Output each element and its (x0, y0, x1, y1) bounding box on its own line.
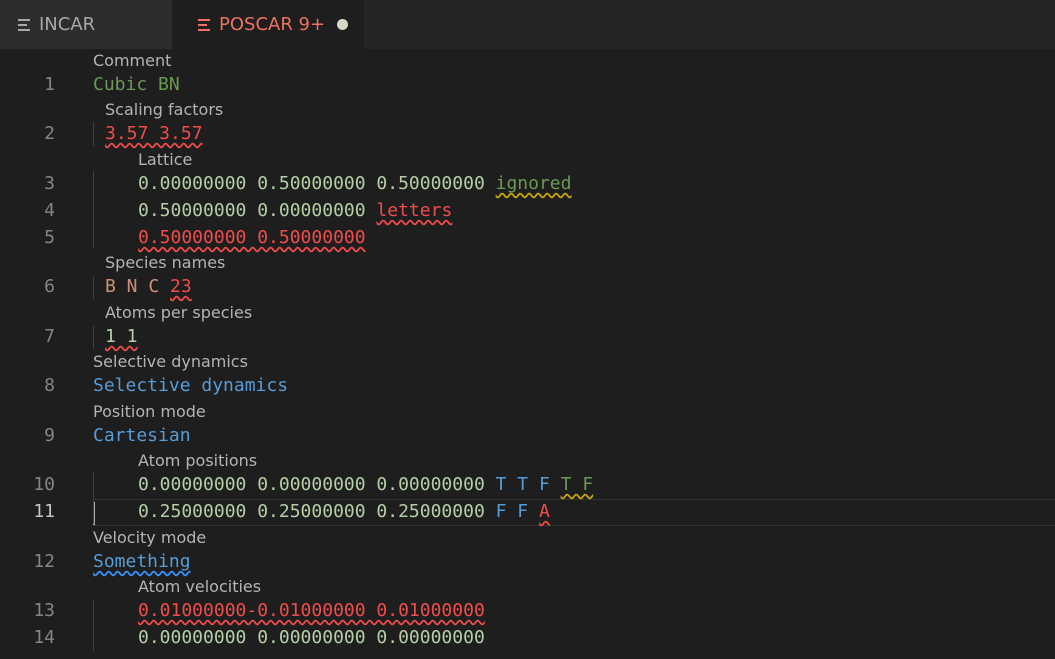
line-number: 8 (44, 375, 55, 396)
velocity-row-1: 0.01000000-0.01000000 0.01000000 (138, 600, 485, 621)
line-number: 6 (44, 276, 55, 297)
file-lines-icon (198, 18, 210, 31)
code-line-7[interactable]: 1 1 (105, 326, 138, 348)
flags-extra: T F (560, 474, 594, 495)
indent-guide (93, 122, 94, 146)
flags-row-1: T T F (495, 474, 550, 495)
flags-row-2: F F (495, 501, 529, 522)
velocity-mode-value: Something (93, 551, 191, 572)
hint-atom-positions: Atom positions (138, 451, 258, 470)
code-line-13[interactable]: 0.01000000-0.01000000 0.01000000 (138, 600, 485, 622)
letters-text: letters (376, 200, 453, 221)
unsaved-dot-icon[interactable] (337, 19, 348, 30)
hint-position-mode: Position mode (93, 402, 206, 421)
code-line-3[interactable]: 0.00000000 0.50000000 0.50000000 ignored (138, 173, 571, 195)
line-number: 10 (33, 474, 55, 495)
code-line-11[interactable]: 0.25000000 0.25000000 0.25000000 F F A (138, 501, 550, 523)
code-line-10[interactable]: 0.00000000 0.00000000 0.00000000 T T F T… (138, 474, 593, 496)
selective-keyword: Selective dynamics (93, 375, 289, 396)
line-number: 4 (44, 200, 55, 221)
code-line-9[interactable]: Cartesian (93, 425, 191, 447)
ignored-text: ignored (495, 173, 572, 194)
cartesian-keyword: Cartesian (93, 425, 191, 446)
code-line-2[interactable]: 3.57 3.57 (105, 123, 203, 145)
line-number: 9 (44, 425, 55, 446)
line-number: 5 (44, 227, 55, 248)
line-number: 13 (33, 600, 55, 621)
lattice-row-1: 0.00000000 0.50000000 0.50000000 (138, 173, 485, 194)
hint-atom-velocities: Atom velocities (138, 577, 262, 596)
indent-guide (93, 599, 94, 651)
editor-area[interactable]: 1 2 3 4 5 6 7 8 9 10 11 12 13 14 Comment… (0, 49, 1055, 659)
line-number: 14 (33, 627, 55, 648)
code-line-8[interactable]: Selective dynamics (93, 375, 288, 397)
species-extra: 23 (170, 276, 192, 297)
line-number-active: 11 (33, 501, 55, 522)
code-line-5[interactable]: 0.50000000 0.50000000 (138, 227, 366, 249)
position-row-2: 0.25000000 0.25000000 0.25000000 (138, 501, 485, 522)
code-line-1[interactable]: Cubic BN (93, 74, 180, 96)
code-line-6[interactable]: B N C 23 (105, 276, 192, 298)
atoms-per-species: 1 1 (105, 326, 138, 347)
tab-incar[interactable]: INCAR (0, 0, 172, 49)
indent-guide (93, 326, 94, 349)
indent-guide (93, 171, 94, 249)
line-number: 1 (44, 74, 55, 95)
hint-species: Species names (105, 253, 226, 272)
lattice-row-2: 0.50000000 0.00000000 (138, 200, 366, 221)
tab-incar-label: INCAR (39, 14, 96, 35)
comment-text: Cubic BN (93, 74, 180, 95)
line-number: 7 (44, 326, 55, 347)
position-row-1: 0.00000000 0.00000000 0.00000000 (138, 474, 485, 495)
line-number: 3 (44, 173, 55, 194)
file-lines-icon (18, 18, 30, 31)
tab-bar: INCAR POSCAR 9+ (0, 0, 1055, 49)
hint-selective: Selective dynamics (93, 352, 248, 371)
indent-guide (93, 276, 94, 299)
indent-guide (93, 472, 94, 524)
flag-invalid: A (538, 501, 550, 522)
scaling-values: 3.57 3.57 (105, 123, 203, 144)
code-line-14[interactable]: 0.00000000 0.00000000 0.00000000 (138, 627, 485, 649)
hint-lattice: Lattice (138, 150, 193, 169)
code-line-12[interactable]: Something (93, 551, 191, 573)
tab-poscar-label: POSCAR 9+ (219, 14, 326, 35)
velocity-row-2: 0.00000000 0.00000000 0.00000000 (138, 627, 485, 648)
line-number: 12 (33, 551, 55, 572)
species-names: B N C (105, 276, 160, 297)
hint-velocity-mode: Velocity mode (93, 528, 207, 547)
line-number: 2 (44, 123, 55, 144)
hint-comment: Comment (93, 51, 172, 70)
tab-poscar[interactable]: POSCAR 9+ (172, 0, 364, 49)
code-line-4[interactable]: 0.50000000 0.00000000 letters (138, 200, 452, 222)
hint-scaling: Scaling factors (105, 100, 224, 119)
hint-atoms-per-species: Atoms per species (105, 303, 253, 322)
lattice-row-3: 0.50000000 0.50000000 (138, 227, 366, 248)
